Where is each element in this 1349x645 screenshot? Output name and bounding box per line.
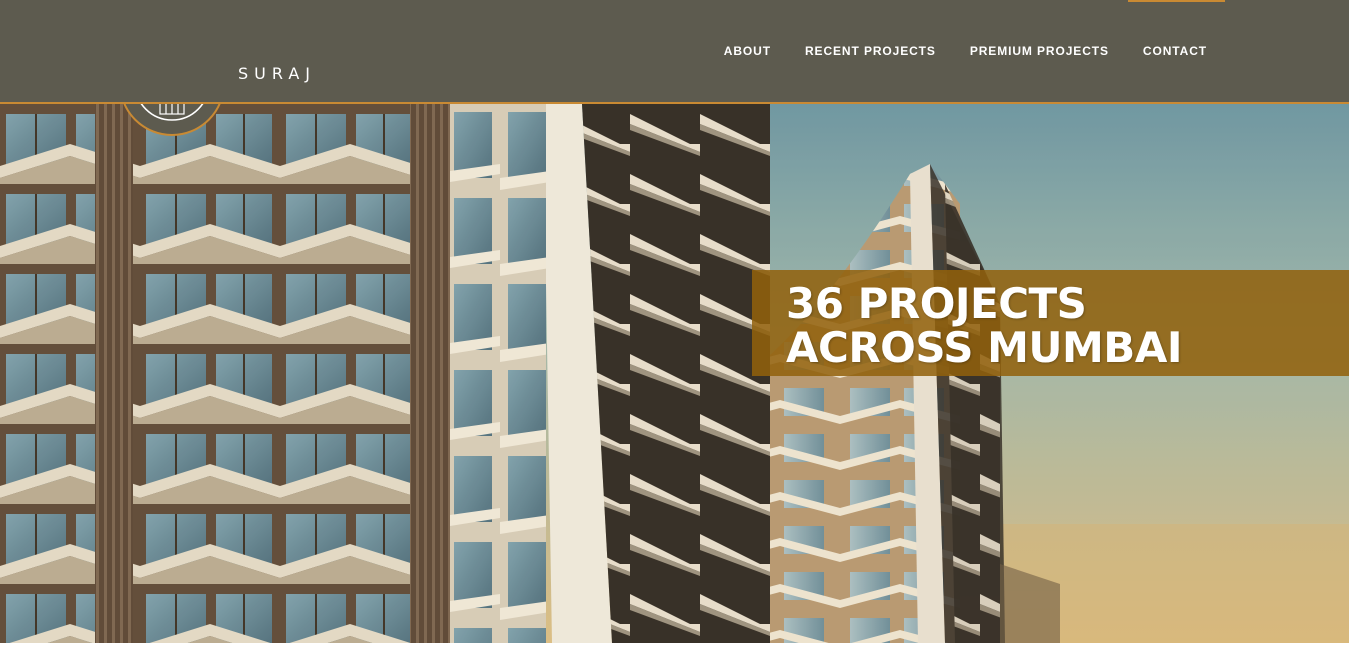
active-nav-indicator <box>1128 0 1225 2</box>
hero-headline-line2: ACROSS MUMBAI <box>786 323 1182 372</box>
site-header: SURAJ ABOUT RECENT PROJECTS PREMIUM PROJ… <box>0 0 1349 104</box>
nav-about[interactable]: ABOUT <box>724 44 771 58</box>
main-nav: ABOUT RECENT PROJECTS PREMIUM PROJECTS C… <box>724 44 1207 58</box>
nav-recent-projects[interactable]: RECENT PROJECTS <box>805 44 936 58</box>
hero-banner: 36 PROJECTS ACROSS MUMBAI <box>752 270 1349 376</box>
hero-headline-line1: 36 PROJECTS <box>786 279 1087 328</box>
nav-contact[interactable]: CONTACT <box>1143 44 1207 58</box>
hero-section: 36 PROJECTS ACROSS MUMBAI <box>0 104 1349 643</box>
page: SURAJ ABOUT RECENT PROJECTS PREMIUM PROJ… <box>0 0 1349 645</box>
nav-premium-projects[interactable]: PREMIUM PROJECTS <box>970 44 1109 58</box>
hero-headline: 36 PROJECTS ACROSS MUMBAI <box>786 282 1182 370</box>
brand-name[interactable]: SURAJ <box>238 64 316 83</box>
